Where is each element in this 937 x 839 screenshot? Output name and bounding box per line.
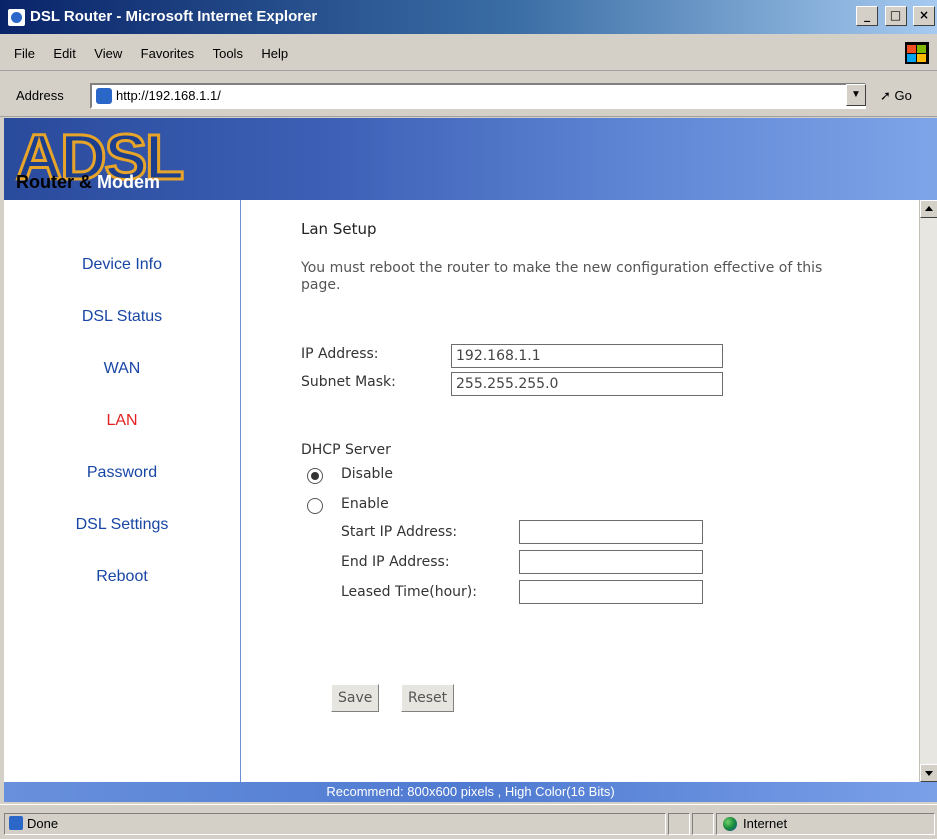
- end-ip-label: End IP Address:: [341, 554, 450, 570]
- ip-address-label: IP Address:: [301, 346, 379, 362]
- address-label: Address: [16, 88, 64, 103]
- start-ip-label: Start IP Address:: [341, 524, 458, 540]
- address-input[interactable]: http://192.168.1.1/: [90, 83, 866, 109]
- end-ip-input[interactable]: [519, 550, 703, 574]
- sidebar-item-dsl-status[interactable]: DSL Status: [4, 308, 240, 326]
- window-controls: _ □ ×: [856, 6, 937, 26]
- sidebar-item-password[interactable]: Password: [4, 464, 240, 482]
- scroll-down-arrow-icon[interactable]: [920, 764, 937, 782]
- ip-address-input[interactable]: [451, 344, 723, 368]
- windows-logo-icon: [905, 42, 929, 64]
- subnet-mask-label: Subnet Mask:: [301, 374, 396, 390]
- go-button[interactable]: ➚ Go: [880, 88, 912, 104]
- logo-sub-b: Modem: [97, 172, 160, 192]
- page-content: ADSL Router & Modem Device Info DSL Stat…: [4, 118, 937, 782]
- leased-time-input[interactable]: [519, 580, 703, 604]
- vertical-scrollbar[interactable]: [919, 200, 937, 782]
- dhcp-enable-label: Enable: [341, 496, 389, 512]
- sidebar-item-device-info[interactable]: Device Info: [4, 256, 240, 274]
- sidebar-item-dsl-settings[interactable]: DSL Settings: [4, 516, 240, 534]
- zone-panel: Internet: [716, 813, 935, 835]
- window-title: DSL Router - Microsoft Internet Explorer: [30, 8, 318, 25]
- leased-time-label: Leased Time(hour):: [341, 584, 477, 600]
- dhcp-enable-radio[interactable]: [307, 498, 323, 514]
- dhcp-server-label: DHCP Server: [301, 442, 391, 458]
- logo-sub-a: Router &: [16, 172, 97, 192]
- sidebar-item-wan[interactable]: WAN: [4, 360, 240, 378]
- menu-favorites[interactable]: Favorites: [141, 46, 194, 61]
- main-panel: Lan Setup You must reboot the router to …: [241, 200, 911, 782]
- scroll-up-arrow-icon[interactable]: [920, 200, 937, 218]
- reboot-note: You must reboot the router to make the n…: [301, 260, 823, 293]
- save-button[interactable]: Save: [331, 684, 380, 712]
- page-icon: [96, 88, 112, 104]
- page-title: Lan Setup: [301, 220, 377, 238]
- sidebar-item-reboot[interactable]: Reboot: [4, 568, 240, 586]
- start-ip-input[interactable]: [519, 520, 703, 544]
- address-bar: Address http://192.168.1.1/ ▼ ➚ Go: [0, 74, 937, 117]
- logo-subtitle: Router & Modem: [16, 172, 160, 193]
- status-text: Done: [27, 816, 59, 831]
- close-button[interactable]: ×: [913, 6, 935, 26]
- status-segment: [692, 813, 714, 835]
- window-titlebar: DSL Router - Microsoft Internet Explorer…: [0, 0, 937, 34]
- menu-file[interactable]: File: [14, 46, 35, 61]
- status-panel: Done: [4, 813, 666, 835]
- recommend-footer: Recommend: 800x600 pixels , High Color(1…: [4, 782, 937, 802]
- go-label: Go: [894, 88, 912, 103]
- zone-text: Internet: [743, 816, 788, 831]
- go-arrow-icon: ➚: [880, 88, 891, 103]
- menu-edit[interactable]: Edit: [53, 46, 75, 61]
- sidebar: Device Info DSL Status WAN LAN Password …: [4, 200, 241, 782]
- menubar: File Edit View Favorites Tools Help: [0, 36, 937, 71]
- sidebar-item-lan[interactable]: LAN: [4, 412, 240, 430]
- minimize-button[interactable]: _: [856, 6, 879, 26]
- ie-icon: [8, 9, 25, 26]
- menu-tools[interactable]: Tools: [213, 46, 243, 61]
- globe-icon: [723, 817, 737, 831]
- router-banner: ADSL Router & Modem: [4, 118, 937, 200]
- reset-button[interactable]: Reset: [401, 684, 455, 712]
- menu-help[interactable]: Help: [261, 46, 288, 61]
- page-status-icon: [9, 816, 23, 830]
- subnet-mask-input[interactable]: [451, 372, 723, 396]
- address-url: http://192.168.1.1/: [116, 88, 221, 103]
- menu-view[interactable]: View: [94, 46, 122, 61]
- dhcp-disable-label: Disable: [341, 466, 393, 482]
- status-segment: [668, 813, 690, 835]
- maximize-button[interactable]: □: [884, 6, 907, 26]
- dhcp-disable-radio[interactable]: [307, 468, 323, 484]
- address-dropdown-button[interactable]: ▼: [846, 84, 866, 106]
- status-bar: Done Internet: [0, 804, 937, 839]
